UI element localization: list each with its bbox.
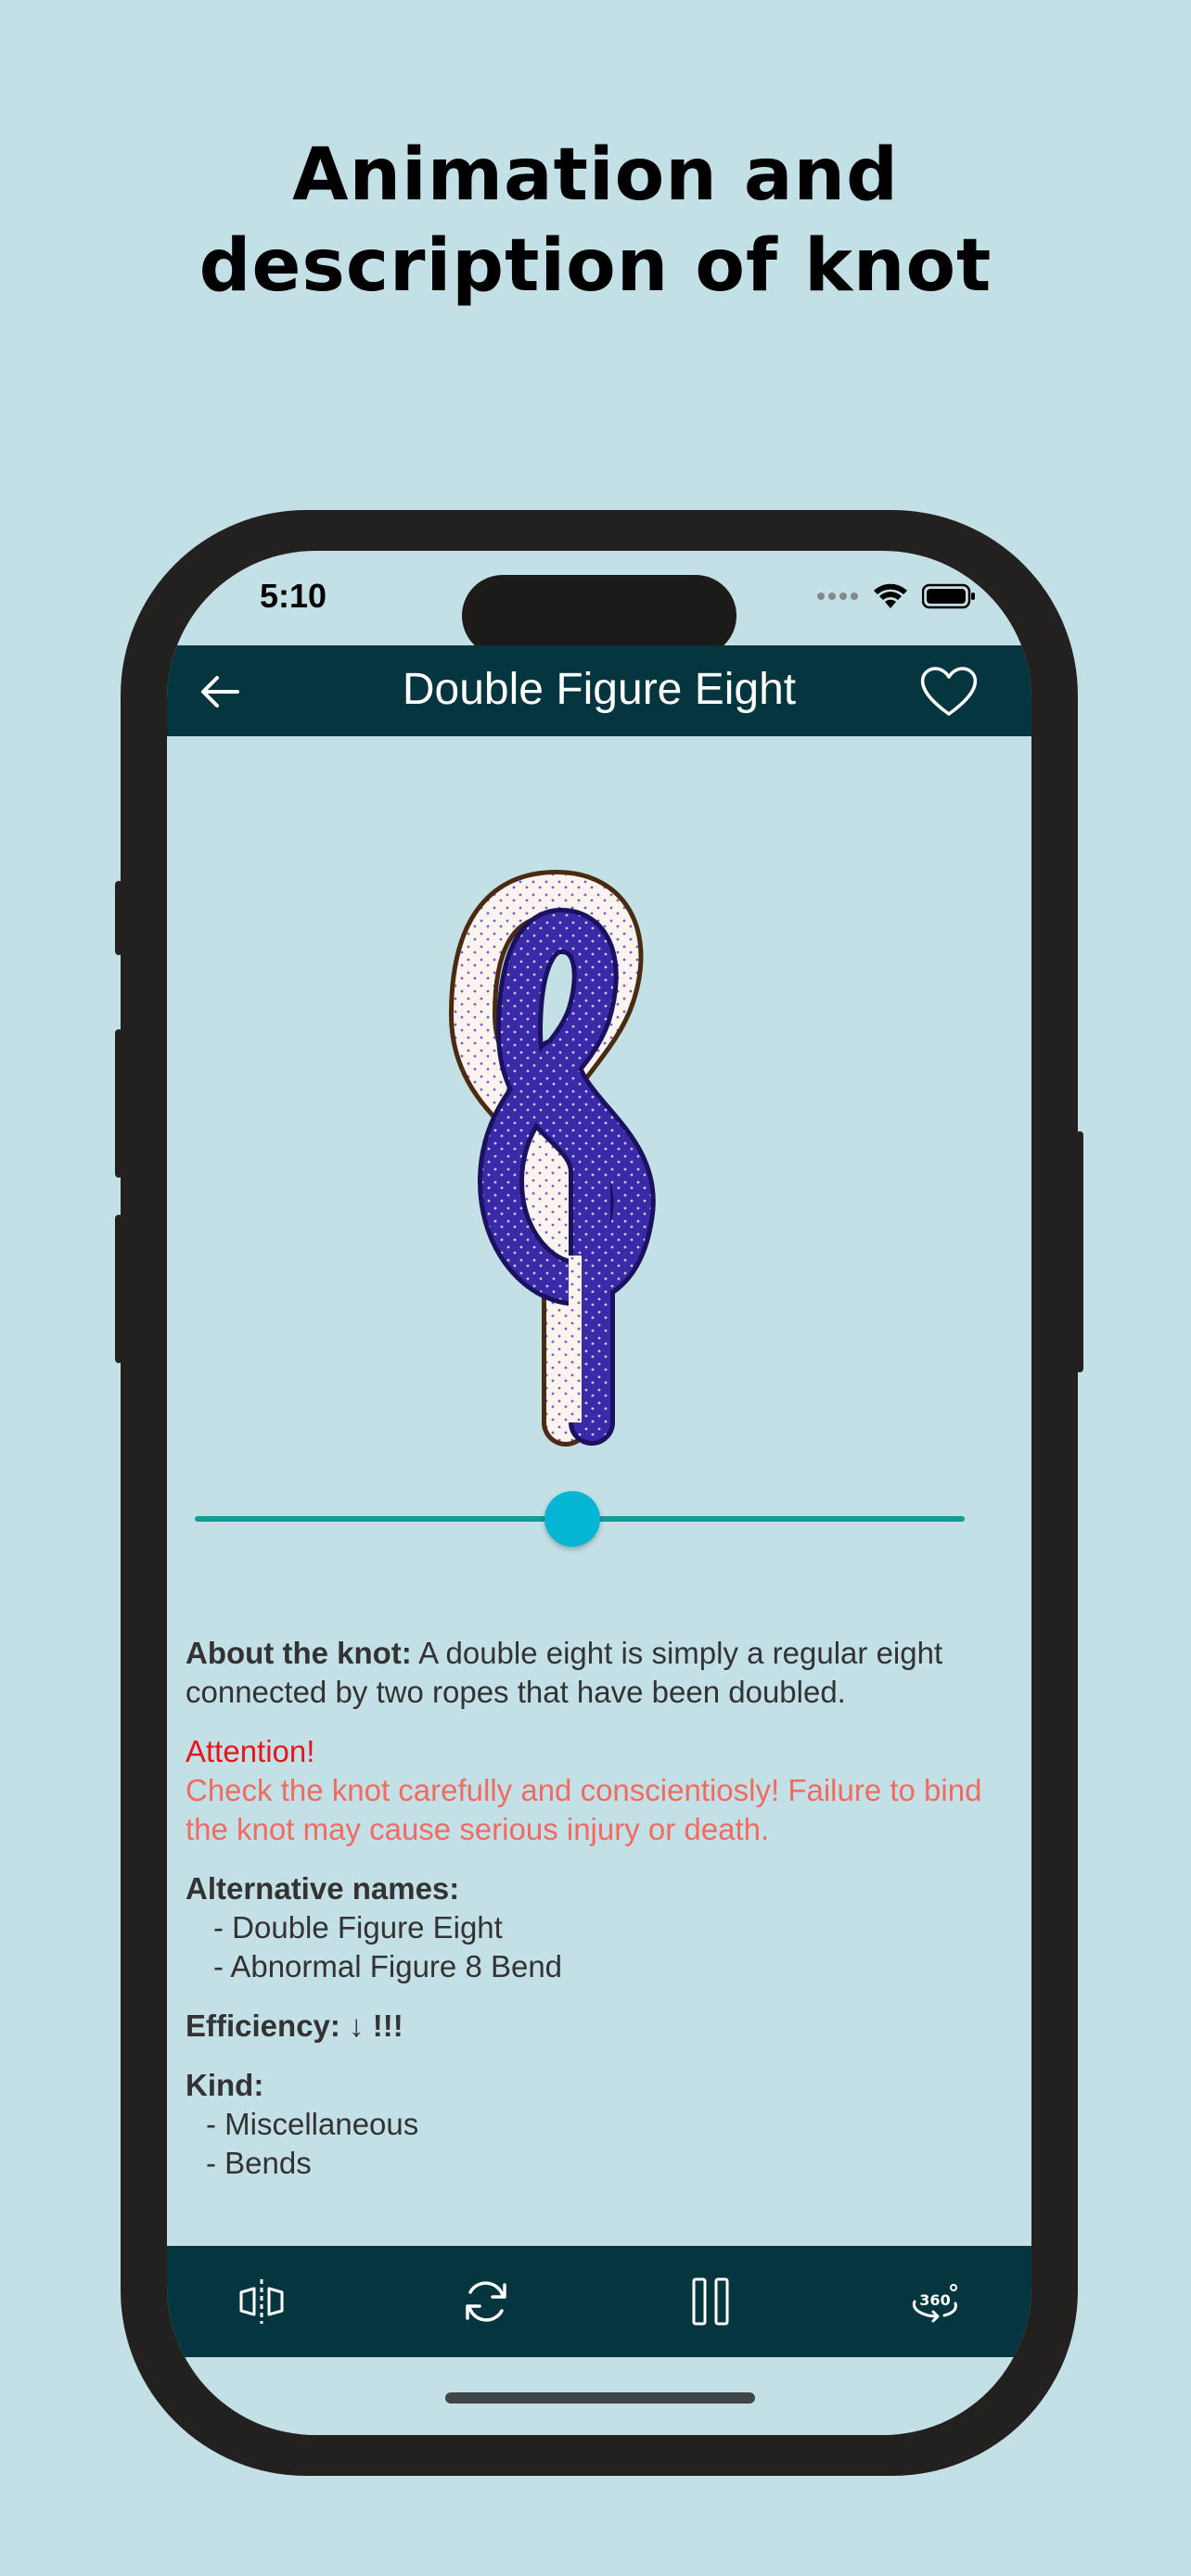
efficiency-label: Efficiency: ↓ !!!	[186, 2009, 403, 2043]
svg-text:360: 360	[919, 2291, 950, 2309]
rotate-360-icon[interactable]: 360	[907, 2274, 963, 2329]
phone-volume-up	[115, 1029, 122, 1178]
about-label: About the knot:	[186, 1636, 412, 1670]
status-time: 5:10	[260, 577, 327, 615]
phone-volume-down	[115, 1215, 122, 1363]
about-section: About the knot: A double eight is simply…	[186, 1634, 1011, 1712]
dynamic-island	[462, 575, 736, 657]
knot-animation	[167, 736, 1031, 1460]
phone-frame: 5:10 Double Figure Eight About the knot:…	[115, 510, 1083, 2476]
slider-thumb[interactable]	[544, 1491, 600, 1547]
screen-title: Double Figure Eight	[402, 665, 797, 714]
flip-horizontal-icon[interactable]	[234, 2274, 289, 2329]
battery-icon	[922, 583, 975, 609]
knot-description: About the knot: A double eight is simply…	[186, 1634, 1011, 2203]
kind-item: - Bends	[206, 2146, 312, 2180]
kind-label: Kind:	[186, 2068, 264, 2102]
pause-icon[interactable]	[683, 2274, 738, 2329]
promo-title-line2: description of knot	[198, 224, 992, 308]
app-bar: Double Figure Eight	[167, 645, 1031, 736]
efficiency-section: Efficiency: ↓ !!!	[186, 2007, 1011, 2046]
animation-slider[interactable]	[195, 1491, 965, 1547]
phone-power-button	[1076, 1131, 1083, 1372]
attention-text: Check the knot carefully and conscientio…	[186, 1773, 982, 1846]
kind-item: - Miscellaneous	[206, 2107, 419, 2141]
player-toolbar: 360	[167, 2246, 1031, 2357]
alternative-names-section: Alternative names: - Double Figure Eight…	[186, 1869, 1011, 1986]
promo-title: Animation and description of knot	[0, 130, 1191, 312]
wifi-icon	[874, 583, 907, 608]
signal-dots-icon	[817, 593, 858, 600]
home-indicator[interactable]	[445, 2392, 755, 2404]
alternative-name-item: - Abnormal Figure 8 Bend	[213, 1949, 563, 1983]
app-screen: 5:10 Double Figure Eight About the knot:…	[167, 551, 1031, 2435]
phone-silent-switch	[115, 881, 122, 955]
status-bar: 5:10	[167, 551, 1031, 657]
attention-section: Attention! Check the knot carefully and …	[186, 1732, 1011, 1849]
attention-title: Attention!	[186, 1734, 315, 1768]
heart-icon[interactable]	[918, 662, 980, 720]
alternative-name-item: - Double Figure Eight	[213, 1910, 503, 1945]
repeat-icon[interactable]	[458, 2274, 514, 2329]
knot-image	[448, 869, 656, 1447]
alternative-names-label: Alternative names:	[186, 1871, 460, 1906]
status-icons	[816, 582, 976, 610]
kind-section: Kind: - Miscellaneous - Bends	[186, 2066, 1011, 2183]
promo-title-line1: Animation and	[292, 134, 899, 217]
